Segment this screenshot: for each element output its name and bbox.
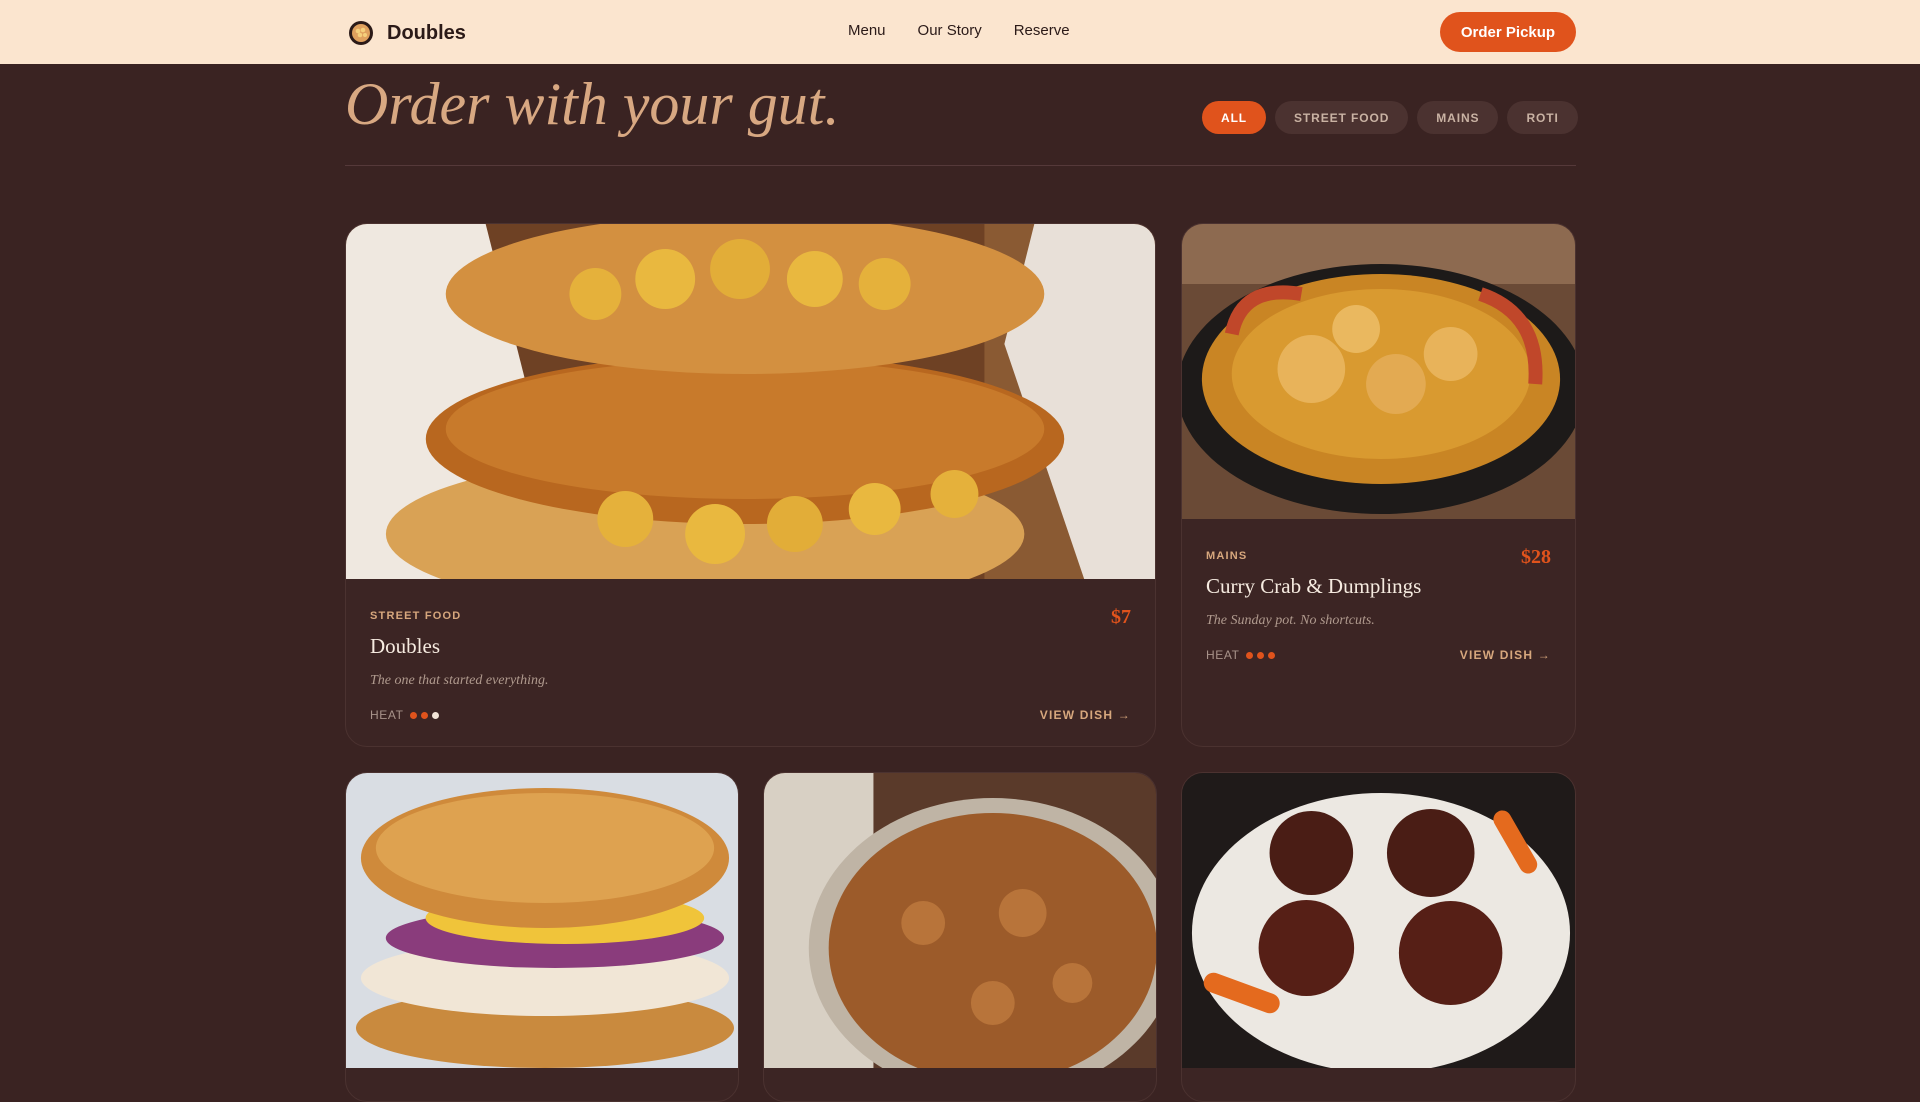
brand-name: Doubles [387, 21, 466, 44]
dish-name: Curry Crab & Dumplings [1206, 574, 1422, 598]
view-dish-button[interactable]: VIEW DISH → [1040, 708, 1131, 722]
page-title: Order with your gut. [345, 71, 840, 137]
dish-card-pelau[interactable] [763, 772, 1157, 1102]
heat-dots [1245, 651, 1275, 659]
dish-card-doubles[interactable]: STREET FOOD $7 Doubles The one that star… [345, 223, 1156, 747]
category-filters: ALL STREET FOOD MAINS ROTI [1202, 101, 1578, 134]
heat-label: HEAT [1206, 648, 1240, 662]
heat-dot-icon [431, 711, 439, 719]
heat-label: HEAT [370, 708, 404, 722]
brand[interactable]: Doubles [345, 17, 466, 49]
filter-street-food[interactable]: STREET FOOD [1275, 101, 1409, 134]
doubles-photo [346, 224, 1155, 579]
view-dish-button[interactable]: VIEW DISH → [1460, 648, 1551, 662]
nav-reserve-link[interactable]: Reserve [1014, 22, 1070, 39]
heat-dot-icon [420, 711, 428, 719]
filter-mains[interactable]: MAINS [1417, 101, 1499, 134]
dish-description: The Sunday pot. No shortcuts. [1206, 613, 1375, 628]
main-nav: Menu Our Story Reserve [848, 22, 1070, 39]
heat-dot-icon [1256, 651, 1264, 659]
nav-our-story-link[interactable]: Our Story [918, 22, 982, 39]
heat-dot-icon [1245, 651, 1253, 659]
site-header: Doubles Menu Our Story Reserve Order Pic… [0, 0, 1920, 64]
dish-category: MAINS [1206, 550, 1248, 562]
dish-price: $7 [1111, 606, 1131, 628]
heat-indicator: HEAT [370, 708, 439, 722]
fish-sandwich-photo [346, 773, 738, 1068]
nav-menu-link[interactable]: Menu [848, 22, 886, 39]
heat-dots [409, 711, 439, 719]
order-pickup-button[interactable]: Order Pickup [1440, 12, 1576, 52]
oxtail-stew-photo [1182, 773, 1575, 1068]
dish-description: The one that started everything. [370, 673, 549, 688]
filter-all[interactable]: ALL [1202, 101, 1267, 134]
dish-card-oxtail[interactable] [1181, 772, 1576, 1102]
heat-indicator: HEAT [1206, 648, 1275, 662]
pelau-rice-photo [764, 773, 1156, 1068]
dish-category: STREET FOOD [370, 610, 462, 622]
dish-card-curry-crab[interactable]: MAINS $28 Curry Crab & Dumplings The Sun… [1181, 223, 1576, 747]
doubles-logo-icon [349, 21, 373, 45]
section-divider [345, 165, 1576, 166]
heat-dot-icon [1267, 651, 1275, 659]
dish-card-fish-sandwich[interactable] [345, 772, 739, 1102]
dish-name: Doubles [370, 634, 440, 658]
filter-roti[interactable]: ROTI [1507, 101, 1578, 134]
heat-dot-icon [409, 711, 417, 719]
dish-price: $28 [1521, 546, 1551, 568]
curry-crab-photo [1182, 224, 1575, 519]
